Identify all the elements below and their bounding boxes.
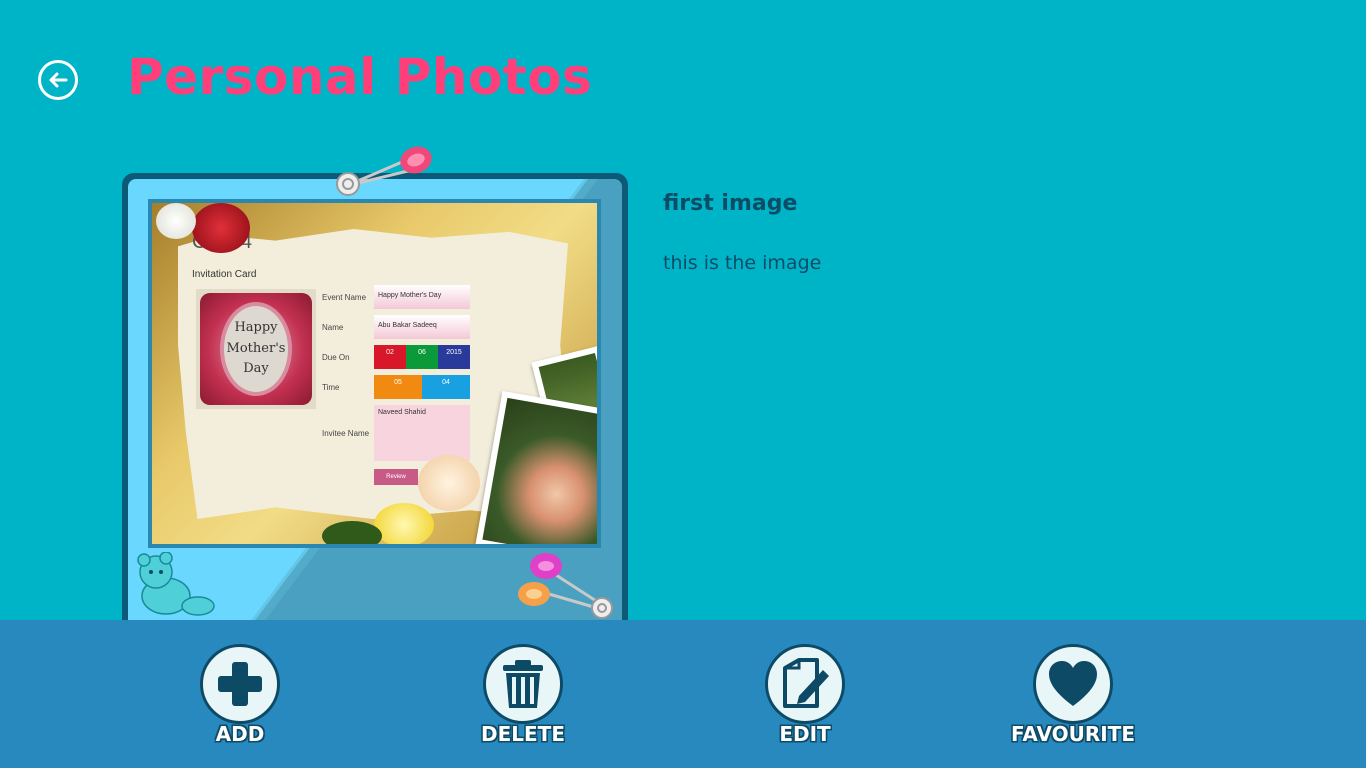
delete-label: DELETE [481, 722, 565, 746]
mothers-day-label: Happy Mother's Day [220, 302, 292, 396]
rose-decoration [156, 203, 196, 239]
date-day: 02 [374, 345, 406, 369]
bottom-app-bar: ADD DELETE EDIT FAVOURITE [0, 620, 1366, 768]
invitee-label: Invitee Name [322, 429, 370, 438]
edit-label: EDIT [779, 722, 831, 746]
edit-button[interactable]: EDIT [735, 644, 875, 754]
event-name-value: Happy Mother's Day [374, 285, 470, 309]
time-label: Time [322, 383, 340, 392]
date-year: 2015 [438, 345, 470, 369]
name-label: Name [322, 323, 344, 332]
rose-decoration [374, 503, 434, 544]
back-button[interactable] [38, 60, 78, 100]
due-on-label: Due On [322, 353, 350, 362]
teddy-bear-decoration [137, 552, 215, 616]
page-title: Personal Photos [127, 48, 593, 106]
mothers-day-card: Happy Mother's Day [196, 289, 316, 409]
review-button: Review [374, 469, 418, 485]
photo-image[interactable]: Card 4 Invitation Card Happy Mother's Da… [148, 199, 601, 548]
rose-decoration [192, 203, 250, 253]
rose-decoration [418, 455, 480, 511]
invitee-value: Naveed Shahid [374, 405, 470, 461]
add-label: ADD [215, 722, 265, 746]
plus-icon [218, 662, 262, 706]
image-description: this is the image [663, 252, 822, 274]
trash-icon [503, 660, 543, 708]
card-subtitle: Invitation Card [192, 269, 257, 280]
name-value: Abu Bakar Sadeeq [374, 315, 470, 339]
image-title: first image [663, 191, 798, 216]
delete-button[interactable]: DELETE [453, 644, 593, 754]
back-arrow-icon [49, 72, 68, 88]
time-minute: 04 [422, 375, 470, 399]
edit-icon [783, 658, 829, 708]
date-month: 06 [406, 345, 438, 369]
time-hour: 05 [374, 375, 422, 399]
favourite-label: FAVOURITE [1010, 722, 1135, 746]
heart-icon [1049, 661, 1097, 706]
leaf-decoration [322, 521, 382, 544]
safety-pins-decoration [518, 553, 613, 619]
add-button[interactable]: ADD [170, 644, 310, 754]
event-name-label: Event Name [322, 293, 367, 302]
safety-pin-decoration [336, 146, 432, 196]
favourite-button[interactable]: FAVOURITE [1003, 644, 1143, 754]
